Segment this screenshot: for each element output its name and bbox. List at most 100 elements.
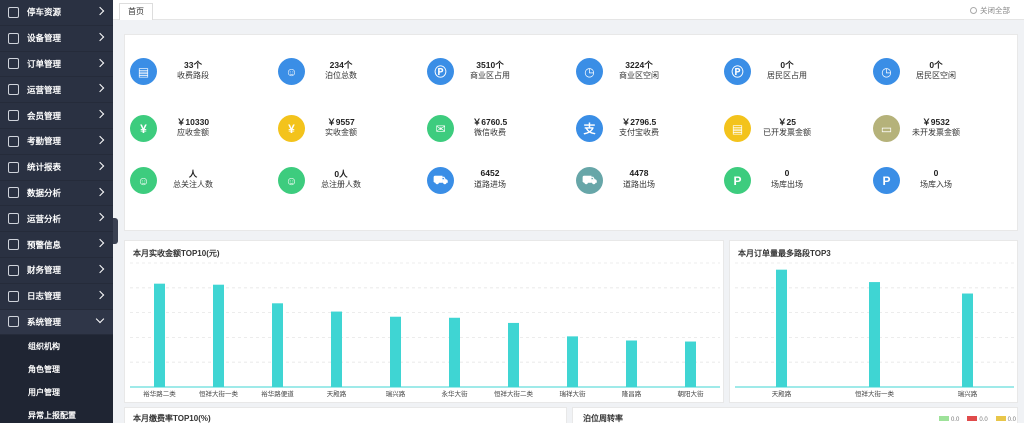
bar[interactable] — [869, 282, 880, 387]
sidebar-item-2[interactable]: 订单管理 — [0, 52, 113, 78]
road-doc-icon: ▤ — [130, 58, 157, 85]
parking-resource-icon — [8, 6, 19, 18]
sidebar-item-3[interactable]: 运营管理 — [0, 77, 113, 104]
sidebar-subitem-2[interactable]: 用户管理 — [0, 381, 113, 405]
alert-icon — [8, 239, 19, 251]
legend-swatch — [967, 416, 978, 421]
device-icon — [8, 32, 19, 44]
sidebar-item-label: 考勤管理 — [27, 136, 62, 147]
legend-swatch — [995, 416, 1006, 421]
sidebar-item-label: 预警信息 — [27, 239, 62, 250]
bar[interactable] — [154, 283, 165, 387]
chevron-icon — [95, 58, 105, 67]
x-tick-label: 瑞兴路 — [386, 389, 406, 398]
member-icon — [8, 110, 19, 122]
bar[interactable] — [508, 322, 519, 387]
x-tick-label: 裕华路便道 — [261, 389, 294, 398]
stat-card: ☺ 234个 泊位总数 — [278, 58, 418, 90]
legend-label: 0.0 — [979, 417, 988, 423]
chevron-icon — [95, 187, 105, 196]
bar[interactable] — [567, 336, 578, 387]
sidebar-item-11[interactable]: 日志管理 — [0, 284, 113, 310]
bar[interactable] — [272, 303, 283, 387]
orders-top3-chart: 天殿路 恒祥大街一类 瑞兴路 — [735, 262, 1014, 398]
alipay-icon: 支 — [576, 115, 603, 142]
sidebar-subitem-0[interactable]: 组织机构 — [0, 335, 113, 359]
revenue-top10-panel: 本月实收金额TOP10(元) 裕华路二类 恒祥大街一类 裕华路便道 天殿路 瑞兴路 永华大… — [124, 240, 724, 403]
stat-label: 场库出场 — [771, 180, 803, 189]
sidebar-item-5[interactable]: 考勤管理 — [0, 129, 113, 155]
sidebar-item-label: 日志管理 — [27, 291, 62, 302]
payment-rate-title: 本月缴费率TOP10(%) — [133, 414, 211, 423]
sidebar-item-6[interactable]: 统计报表 — [0, 155, 113, 181]
sidebar-item-8[interactable]: 运营分析 — [0, 206, 113, 233]
stat-card: Ⓟ 0个 居民区占用 — [724, 58, 864, 90]
tab-home[interactable]: 首页 — [119, 3, 153, 20]
sidebar-item-4[interactable]: 会员管理 — [0, 103, 113, 129]
sidebar-item-9[interactable]: 预警信息 — [0, 232, 113, 258]
stat-card: ▭ ￥9532 未开发票金额 — [873, 115, 1013, 147]
chevron-icon — [95, 213, 105, 222]
stat-label: 收费路段 — [177, 71, 209, 80]
sidebar-item-label: 系统管理 — [27, 316, 62, 327]
stat-label: 居民区占用 — [767, 71, 807, 80]
sidebar-item-7[interactable]: 数据分析 — [0, 181, 113, 207]
operation-icon — [8, 84, 19, 96]
chevron-icon — [95, 32, 105, 42]
stat-card: ⛟ 6452 道路进场 — [427, 167, 567, 199]
sidebar-item-label: 停车资源 — [27, 7, 62, 18]
sidebar-item-label: 统计报表 — [27, 162, 62, 173]
sidebar-subitem-3[interactable]: 异常上报配置 — [0, 404, 113, 423]
stat-value: 6452 — [480, 168, 500, 178]
stat-label: 实收金额 — [325, 128, 357, 137]
wechat-icon: ✉ — [427, 115, 454, 142]
bar[interactable] — [331, 311, 342, 387]
x-tick-label: 裕华路二类 — [143, 389, 176, 398]
sidebar-item-12[interactable]: 系统管理 — [0, 309, 113, 336]
turnover-legend: 0.0 0.0 0.0 — [938, 416, 1016, 423]
person-icon: ☺ — [278, 58, 305, 85]
bar[interactable] — [626, 340, 637, 388]
stat-card: P 0 场库入场 — [873, 167, 1013, 199]
parking-p-icon: Ⓟ — [724, 58, 751, 85]
stat-card: ¥ ￥10330 应收金额 — [130, 115, 270, 147]
operation-analysis-icon — [8, 213, 19, 225]
stat-card: ▤ ￥25 已开发票金额 — [724, 115, 864, 147]
stat-label: 应收金额 — [177, 128, 209, 137]
bar[interactable] — [685, 341, 696, 387]
stat-label: 商业区空闲 — [619, 71, 659, 80]
yen-icon: ¥ — [278, 115, 305, 142]
gear-icon — [8, 316, 19, 328]
sidebar-item-label: 运营分析 — [27, 213, 62, 224]
stat-label: 已开发票金额 — [763, 128, 811, 137]
log-icon — [8, 290, 19, 302]
sidebar-item-0[interactable]: 停车资源 — [0, 0, 113, 26]
legend-label: 0.0 — [950, 417, 960, 423]
stat-label: 场库入场 — [920, 180, 952, 189]
stat-card: Ⓟ 3510个 商业区占用 — [427, 58, 567, 90]
car-icon: ⛟ — [576, 167, 603, 194]
bar[interactable] — [449, 317, 460, 387]
stat-label: 微信收费 — [474, 128, 506, 137]
stat-value: 4478 — [629, 168, 649, 178]
report-icon — [8, 161, 19, 173]
stat-value: 0 — [933, 168, 939, 178]
stat-label: 商业区占用 — [470, 71, 510, 80]
data-analysis-icon — [8, 187, 19, 199]
attendance-icon — [8, 135, 19, 147]
sidebar-item-10[interactable]: 财务管理 — [0, 258, 113, 284]
stat-card: ✉ ￥6760.5 微信收费 — [427, 115, 567, 147]
bar[interactable] — [962, 293, 973, 387]
clock-icon: ◷ — [873, 58, 900, 85]
bar[interactable] — [213, 284, 224, 387]
register-icon: ☺ — [278, 167, 305, 194]
stat-card: ⛟ 4478 道路出场 — [576, 167, 716, 199]
sidebar-item-1[interactable]: 设备管理 — [0, 26, 113, 52]
sidebar-collapse-handle[interactable] — [113, 218, 118, 244]
close-all-tabs-button[interactable]: 关闭全部 — [970, 5, 1010, 16]
bar[interactable] — [776, 269, 787, 387]
stat-card: ◷ 0个 居民区空闲 — [873, 58, 1013, 90]
sidebar-subitem-1[interactable]: 角色管理 — [0, 358, 113, 382]
chevron-icon — [95, 264, 105, 274]
bar[interactable] — [390, 316, 401, 387]
